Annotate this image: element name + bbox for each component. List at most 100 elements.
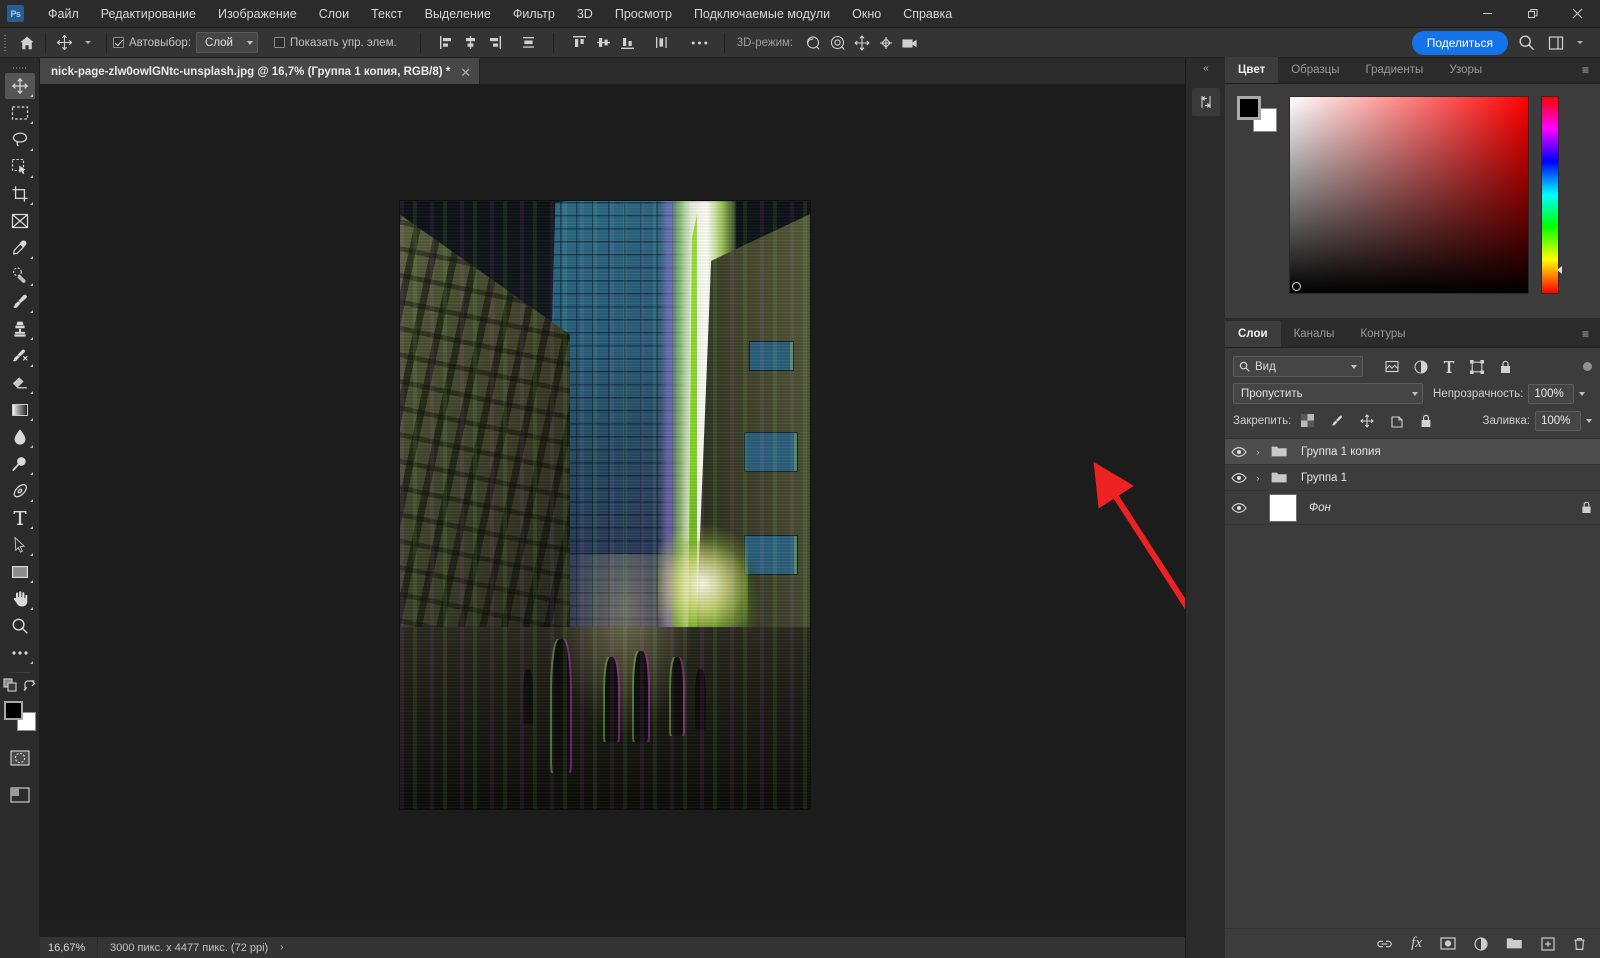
color-panel-menu-icon[interactable]: ≡: [1572, 57, 1600, 83]
tool-preset-chevron-icon[interactable]: [76, 31, 100, 55]
menu-text[interactable]: Текст: [360, 0, 413, 28]
menu-selection[interactable]: Выделение: [414, 0, 502, 28]
lock-position-icon[interactable]: [1360, 414, 1374, 428]
slide-3d-icon[interactable]: [874, 31, 898, 55]
color-picker-field[interactable]: [1289, 96, 1529, 294]
lock-image-icon[interactable]: [1330, 414, 1344, 428]
eyedropper-tool[interactable]: [5, 235, 35, 261]
home-icon[interactable]: [15, 31, 39, 55]
autoselect-checkbox[interactable]: [113, 37, 124, 48]
menu-filter[interactable]: Фильтр: [502, 0, 566, 28]
layer-thumbnail[interactable]: [1269, 494, 1297, 522]
close-button[interactable]: [1555, 0, 1600, 28]
collapse-dock-button[interactable]: ‹‹: [1186, 58, 1225, 74]
opacity-value[interactable]: 100%: [1528, 384, 1574, 404]
close-icon[interactable]: ✕: [460, 66, 471, 79]
default-colors-icon[interactable]: [3, 678, 18, 693]
distribute-h-icon[interactable]: [517, 31, 541, 55]
tab-gradients[interactable]: Градиенты: [1353, 57, 1437, 83]
path-selection-tool[interactable]: [5, 532, 35, 558]
fill-chevron-icon[interactable]: [1586, 419, 1592, 423]
dodge-tool[interactable]: [5, 451, 35, 477]
autoselect-scope-select[interactable]: Слой: [196, 32, 258, 53]
gradient-tool[interactable]: [5, 397, 35, 423]
hand-tool[interactable]: [5, 586, 35, 612]
healing-brush-tool[interactable]: [5, 262, 35, 288]
type-tool[interactable]: [5, 505, 35, 531]
options-bar-grip[interactable]: [0, 28, 9, 58]
layer-row-group1-copy[interactable]: › Группа 1 копия: [1225, 439, 1600, 465]
color-panel-swatches[interactable]: [1237, 96, 1277, 132]
menu-plugins[interactable]: Подключаемые модули: [683, 0, 841, 28]
crop-tool[interactable]: [5, 181, 35, 207]
layer-lock-icon[interactable]: [1581, 501, 1592, 514]
link-layers-icon[interactable]: [1376, 938, 1393, 950]
group-expand-chevron-icon[interactable]: ›: [1253, 447, 1263, 457]
restore-button[interactable]: [1510, 0, 1555, 28]
group-expand-chevron-icon[interactable]: ›: [1253, 473, 1263, 483]
menu-view[interactable]: Просмотр: [604, 0, 683, 28]
color-picker-cursor[interactable]: [1292, 282, 1301, 291]
new-layer-icon[interactable]: [1541, 937, 1555, 951]
marquee-tool[interactable]: [5, 100, 35, 126]
edit-toolbar-tool[interactable]: [5, 640, 35, 666]
status-expand-chevron-icon[interactable]: ›: [280, 942, 283, 953]
history-log-icon[interactable]: [1192, 88, 1220, 116]
menu-layers[interactable]: Слои: [308, 0, 360, 28]
color-swatches[interactable]: [4, 701, 36, 731]
document-tab[interactable]: nick-page-zlw0owlGNtc-unsplash.jpg @ 16,…: [40, 58, 480, 84]
toolbar-grip[interactable]: [10, 62, 30, 73]
search-icon[interactable]: [1514, 31, 1538, 55]
document-canvas[interactable]: [400, 201, 810, 809]
eraser-tool[interactable]: [5, 370, 35, 396]
adjustment-layer-icon[interactable]: [1474, 937, 1488, 951]
pixel-filter-icon[interactable]: [1385, 360, 1399, 373]
camera-3d-icon[interactable]: [898, 31, 924, 55]
hue-slider[interactable]: [1541, 96, 1559, 294]
workspace-chevron-icon[interactable]: [1568, 31, 1592, 55]
show-controls-checkbox[interactable]: [274, 37, 285, 48]
layer-row-background[interactable]: Фон: [1225, 491, 1600, 525]
hue-slider-marker[interactable]: [1557, 266, 1562, 274]
color-panel-foreground-swatch[interactable]: [1237, 96, 1261, 120]
screen-mode-icon[interactable]: [5, 782, 35, 808]
align-center-h-icon[interactable]: [459, 31, 483, 55]
quick-mask-icon[interactable]: [5, 745, 35, 771]
move-tool-icon[interactable]: [52, 31, 76, 55]
pen-tool[interactable]: [5, 478, 35, 504]
align-bottom-icon[interactable]: [616, 31, 640, 55]
frame-tool[interactable]: [5, 208, 35, 234]
tab-color[interactable]: Цвет: [1225, 57, 1278, 83]
move-tool[interactable]: [5, 73, 35, 99]
adjustment-filter-icon[interactable]: [1414, 360, 1428, 374]
tab-layers[interactable]: Слои: [1225, 321, 1281, 347]
canvas-area[interactable]: [40, 84, 1185, 920]
align-left-icon[interactable]: [435, 31, 459, 55]
history-brush-tool[interactable]: [5, 343, 35, 369]
minimize-button[interactable]: [1465, 0, 1510, 28]
orbit-3d-icon[interactable]: [802, 31, 826, 55]
lock-transparent-icon[interactable]: [1301, 414, 1314, 427]
layer-style-fx-icon[interactable]: fx: [1411, 935, 1422, 952]
layer-mask-icon[interactable]: [1440, 937, 1456, 950]
layer-visibility-eye[interactable]: [1225, 495, 1253, 521]
smart-object-filter-icon[interactable]: [1499, 360, 1512, 374]
brush-tool[interactable]: [5, 289, 35, 315]
tab-swatches[interactable]: Образцы: [1278, 57, 1352, 83]
more-options-button[interactable]: [688, 31, 712, 55]
layer-filter-select[interactable]: Вид: [1233, 356, 1363, 377]
foreground-color-swatch[interactable]: [4, 701, 23, 720]
blend-mode-select[interactable]: Пропустить: [1233, 383, 1423, 404]
new-group-icon[interactable]: [1506, 937, 1523, 950]
swap-colors-icon[interactable]: [23, 679, 37, 693]
blur-tool[interactable]: [5, 424, 35, 450]
lock-all-icon[interactable]: [1420, 414, 1432, 428]
menu-edit[interactable]: Редактирование: [90, 0, 207, 28]
layer-row-group1[interactable]: › Группа 1: [1225, 465, 1600, 491]
layer-visibility-eye[interactable]: [1225, 439, 1253, 465]
lock-artboard-icon[interactable]: [1390, 414, 1404, 428]
opacity-chevron-icon[interactable]: [1579, 392, 1585, 396]
rectangle-tool[interactable]: [5, 559, 35, 585]
tab-paths[interactable]: Контуры: [1347, 321, 1418, 347]
lasso-tool[interactable]: [5, 127, 35, 153]
